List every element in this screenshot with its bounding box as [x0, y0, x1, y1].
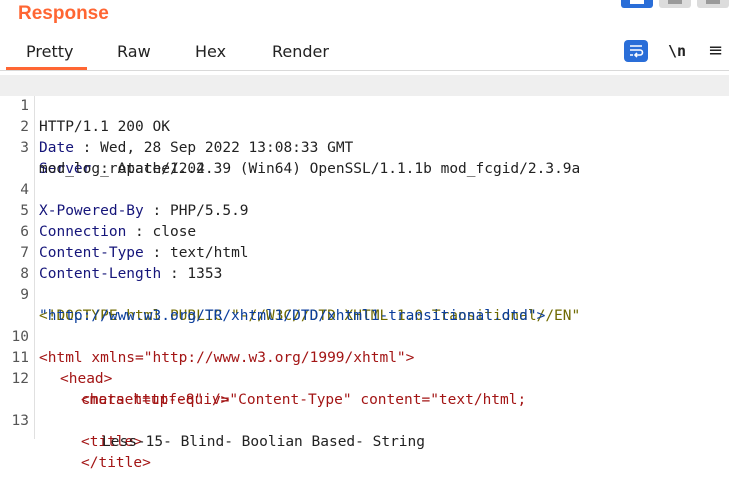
wrap-icon: [630, 45, 644, 58]
tab-render[interactable]: Render: [272, 42, 329, 61]
menu-icon[interactable]: ≡: [708, 40, 723, 61]
code-line-continuation: "http://www.w3.org/TR/xhtml1/DTD/xhtml1-…: [0, 285, 729, 324]
layout-vertical-icon[interactable]: [697, 0, 729, 8]
code-line: 6 Content-Type : text/html: [0, 201, 729, 261]
code-line: 1 HTTP/1.1 200 OK: [0, 75, 729, 135]
word-wrap-button[interactable]: [624, 40, 648, 62]
panel-title: Response: [18, 3, 109, 24]
title-close-tag: </title>: [81, 455, 151, 471]
code-line: 13 <title>: [0, 390, 729, 450]
tab-hex[interactable]: Hex: [195, 42, 226, 61]
tabs-divider: [0, 70, 729, 71]
code-line-continuation: </title>: [0, 432, 729, 471]
code-line: 12 <meta http-equiv="Content-Type" conte…: [0, 348, 729, 408]
layout-horizontal-icon[interactable]: [659, 0, 691, 8]
code-line-continuation: mod_log_rotate/1.02: [0, 138, 729, 177]
code-line-continuation: charset=utf-8" />: [0, 369, 729, 408]
code-line-continuation: Less-15- Blind- Boolian Based- String: [0, 411, 729, 450]
layout-split-icon[interactable]: [621, 0, 653, 8]
code-line: 9 <!DOCTYPE html PUBLIC "-//W3C//DTD XHT…: [0, 264, 729, 324]
show-newlines-button[interactable]: \n: [668, 42, 686, 60]
code-line: 8: [0, 243, 729, 282]
view-tabs: Pretty Raw Hex Render: [0, 38, 729, 72]
code-line: 4 X-Powered-By : PHP/5.5.9: [0, 159, 729, 219]
tab-pretty[interactable]: Pretty: [26, 42, 73, 61]
code-line: 3 Server : Apache/2.4.39 (Win64) OpenSSL…: [0, 117, 729, 177]
code-line: 10 <html xmlns="http://www.w3.org/1999/x…: [0, 306, 729, 366]
code-line: 7 Content-Length : 1353: [0, 222, 729, 282]
code-line: 2 Date : Wed, 28 Sep 2022 13:08:33 GMT: [0, 96, 729, 156]
code-line: 11 <head>: [0, 327, 729, 387]
response-editor[interactable]: 1 HTTP/1.1 200 OK 2 Date : Wed, 28 Sep 2…: [0, 75, 729, 471]
layout-toggle-group[interactable]: [621, 0, 729, 8]
tab-raw[interactable]: Raw: [117, 42, 151, 61]
code-line: 5 Connection : close: [0, 180, 729, 240]
